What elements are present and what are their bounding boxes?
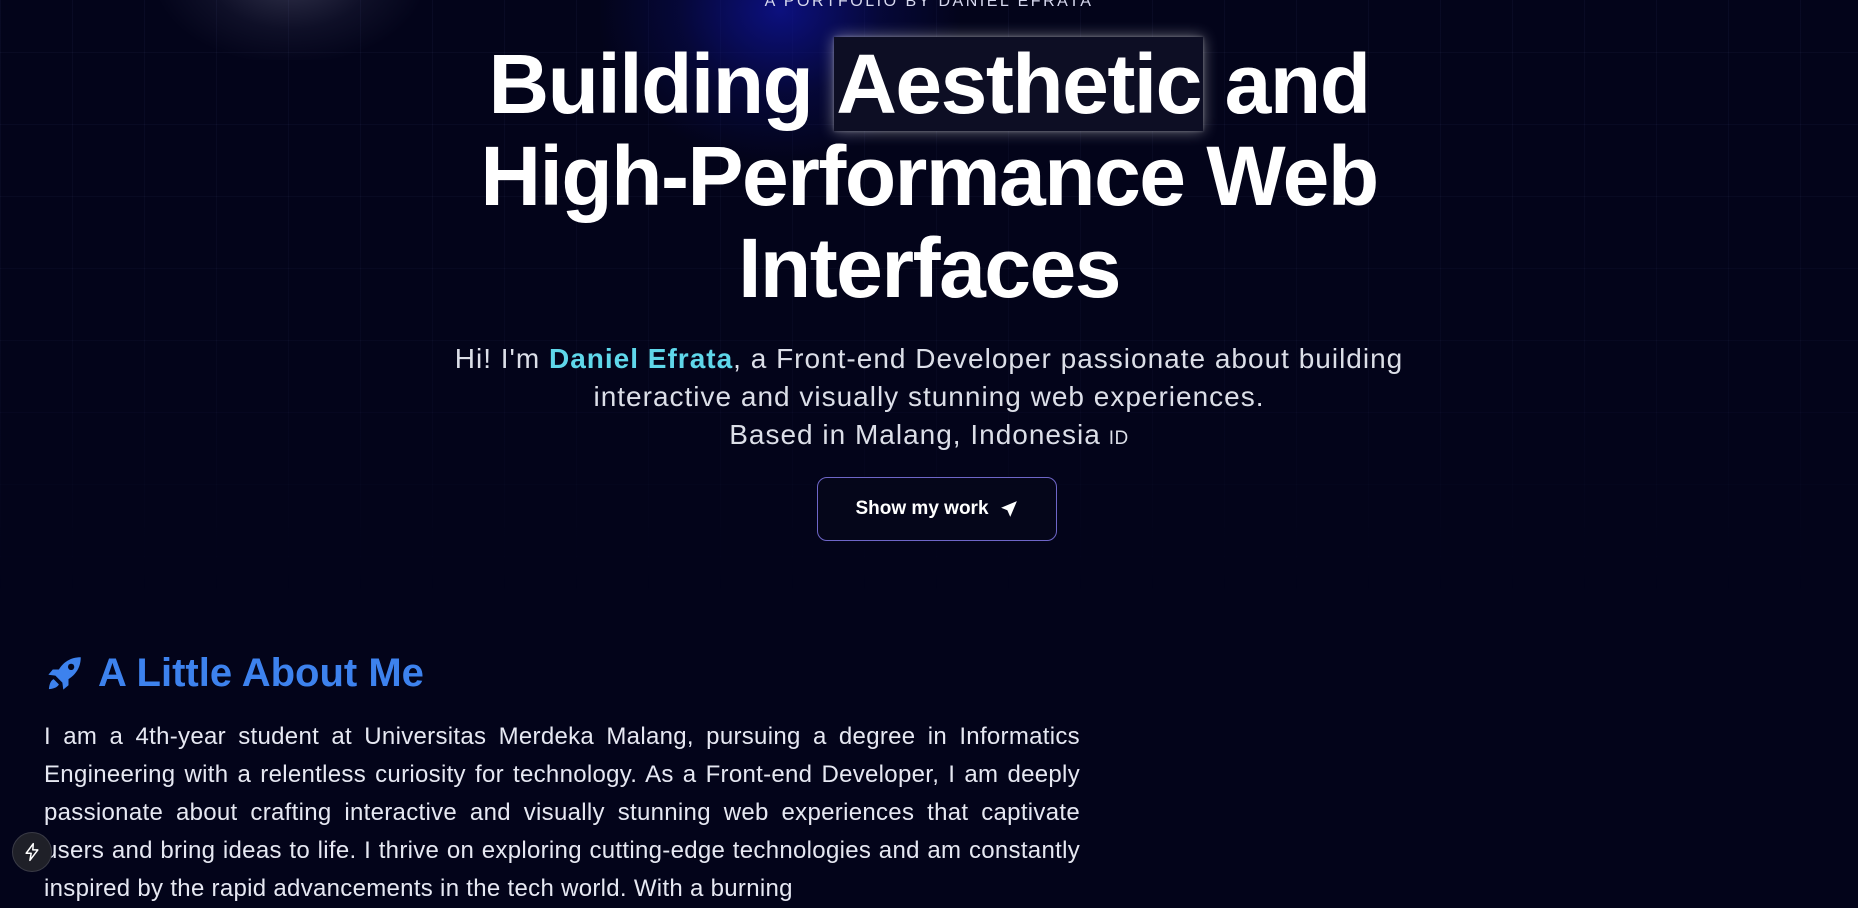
intro-name: Daniel Efrata (548, 343, 734, 374)
show-my-work-label: Show my work (855, 498, 989, 519)
about-heading: A Little About Me (44, 646, 424, 700)
hero-title-part-2: and (1202, 37, 1371, 131)
hero-title-highlight: Aesthetic (834, 37, 1203, 131)
hero-title-line-2: High-Performance Web (480, 129, 1379, 223)
hero-title-line-1: Building Aesthetic and (0, 37, 1858, 131)
location-text: Based in Malang, Indonesia (729, 419, 1101, 450)
rocket-icon (44, 652, 86, 694)
hero-title-part-1: Building (488, 37, 835, 131)
hero-title-line-3: Interfaces (738, 221, 1121, 315)
intro-prefix: Hi! I'm (454, 343, 549, 374)
hero-intro: Hi! I'm Daniel Efrata, a Front-end Devel… (0, 340, 1858, 458)
dev-tools-badge[interactable] (12, 832, 52, 872)
intro-suffix: , a Front-end Developer passionate about… (733, 343, 1404, 374)
about-paragraph: I am a 4th-year student at Universitas M… (44, 723, 1080, 902)
show-my-work-button[interactable]: Show my work (817, 477, 1057, 541)
hero-eyebrow: A PORTFOLIO BY DANIEL EFRATA (764, 0, 1094, 10)
hero-title: Building Aesthetic and High-Performance … (0, 37, 1858, 315)
send-icon (999, 499, 1019, 519)
lightning-icon (22, 842, 42, 862)
flag-code: ID (1108, 428, 1129, 449)
intro-location: Based in Malang, Indonesia ID (0, 416, 1858, 458)
intro-line-1: Hi! I'm Daniel Efrata, a Front-end Devel… (0, 340, 1858, 378)
about-title: A Little About Me (98, 651, 424, 695)
intro-line-2: interactive and visually stunning web ex… (593, 381, 1265, 412)
